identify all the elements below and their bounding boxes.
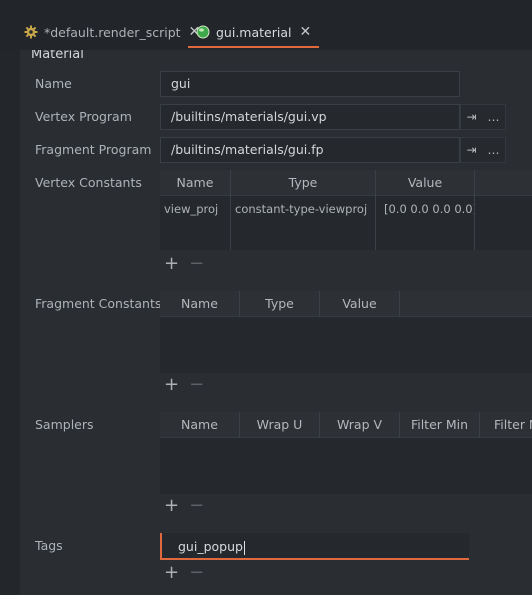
vertex-constants-add-remove: + − bbox=[164, 255, 204, 273]
vertex-constants-label: Vertex Constants bbox=[35, 175, 142, 190]
add-button[interactable]: + bbox=[164, 376, 179, 394]
tags-label: Tags bbox=[35, 538, 63, 553]
remove-button[interactable]: − bbox=[189, 564, 204, 582]
remove-button[interactable]: − bbox=[189, 497, 204, 515]
column-header-name[interactable]: Name bbox=[160, 170, 231, 196]
cell-value: [0.0 0.0 0.0 0.0] bbox=[376, 196, 475, 250]
tags-input[interactable]: gui_popup bbox=[160, 533, 469, 560]
column-header-name[interactable]: Name bbox=[160, 291, 240, 317]
goto-icon[interactable]: ⇥ bbox=[466, 143, 476, 157]
fragment-program-label: Fragment Program bbox=[35, 142, 152, 157]
column-header-value[interactable]: Value bbox=[376, 170, 475, 196]
fragment-constants-table: Name Type Value bbox=[160, 291, 532, 373]
samplers-label: Samplers bbox=[35, 417, 94, 432]
table-header: Name Wrap U Wrap V Filter Min Filter M bbox=[160, 412, 532, 438]
samplers-add-remove: + − bbox=[164, 497, 204, 515]
section-title: Material bbox=[31, 50, 84, 62]
add-button[interactable]: + bbox=[164, 497, 179, 515]
column-header-filter-mag[interactable]: Filter M bbox=[480, 412, 532, 438]
cell-type: constant-type-viewproj bbox=[231, 196, 376, 250]
column-header-value[interactable]: Value bbox=[320, 291, 400, 317]
name-label: Name bbox=[35, 76, 72, 91]
properties-panel: Material Name gui Vertex Program /builti… bbox=[0, 50, 532, 595]
vertex-program-field[interactable]: /builtins/materials/gui.vp bbox=[160, 104, 460, 130]
text-caret bbox=[243, 540, 245, 555]
table-header: Name Type Value bbox=[160, 170, 532, 196]
column-header-name[interactable]: Name bbox=[160, 412, 240, 438]
fragment-constants-add-remove: + − bbox=[164, 376, 204, 394]
tab-gui-material[interactable]: gui.material ✕ bbox=[188, 14, 320, 50]
remove-button[interactable]: − bbox=[189, 255, 204, 273]
add-button[interactable]: + bbox=[164, 564, 179, 582]
cell-name: view_proj bbox=[160, 196, 231, 250]
tags-add-remove: + − bbox=[164, 564, 204, 582]
add-button[interactable]: + bbox=[164, 255, 179, 273]
table-header: Name Type Value bbox=[160, 291, 532, 317]
fragment-constants-label: Fragment Constants bbox=[35, 296, 162, 311]
column-header-wrap-u[interactable]: Wrap U bbox=[240, 412, 320, 438]
fragment-program-field[interactable]: /builtins/materials/gui.fp bbox=[160, 137, 460, 163]
gear-icon bbox=[24, 25, 38, 39]
goto-icon[interactable]: ⇥ bbox=[466, 110, 476, 124]
name-field[interactable]: gui bbox=[160, 71, 460, 97]
tab-label: *default.render_script bbox=[44, 24, 181, 40]
tags-value: gui_popup bbox=[178, 539, 243, 554]
vertex-program-buttons: ⇥ … bbox=[460, 104, 506, 130]
browse-button[interactable]: … bbox=[488, 143, 500, 157]
vertex-constants-table: Name Type Value view_proj constant-type-… bbox=[160, 170, 532, 250]
samplers-table: Name Wrap U Wrap V Filter Min Filter M bbox=[160, 412, 532, 494]
column-header-type[interactable]: Type bbox=[231, 170, 376, 196]
remove-button[interactable]: − bbox=[189, 376, 204, 394]
tab-default-render-script[interactable]: *default.render_script ✕ bbox=[16, 14, 208, 50]
browse-button[interactable]: … bbox=[488, 110, 500, 124]
column-header-type[interactable]: Type bbox=[240, 291, 320, 317]
material-ball-icon bbox=[196, 25, 210, 39]
column-header-wrap-v[interactable]: Wrap V bbox=[320, 412, 400, 438]
left-gutter bbox=[0, 50, 20, 595]
tab-label: gui.material bbox=[216, 24, 292, 40]
column-header-filter-min[interactable]: Filter Min bbox=[400, 412, 480, 438]
vertex-program-label: Vertex Program bbox=[35, 109, 132, 124]
fragment-program-buttons: ⇥ … bbox=[460, 137, 506, 163]
close-icon[interactable]: ✕ bbox=[299, 24, 311, 40]
tab-bar: *default.render_script ✕ gui.material ✕ bbox=[0, 0, 532, 50]
